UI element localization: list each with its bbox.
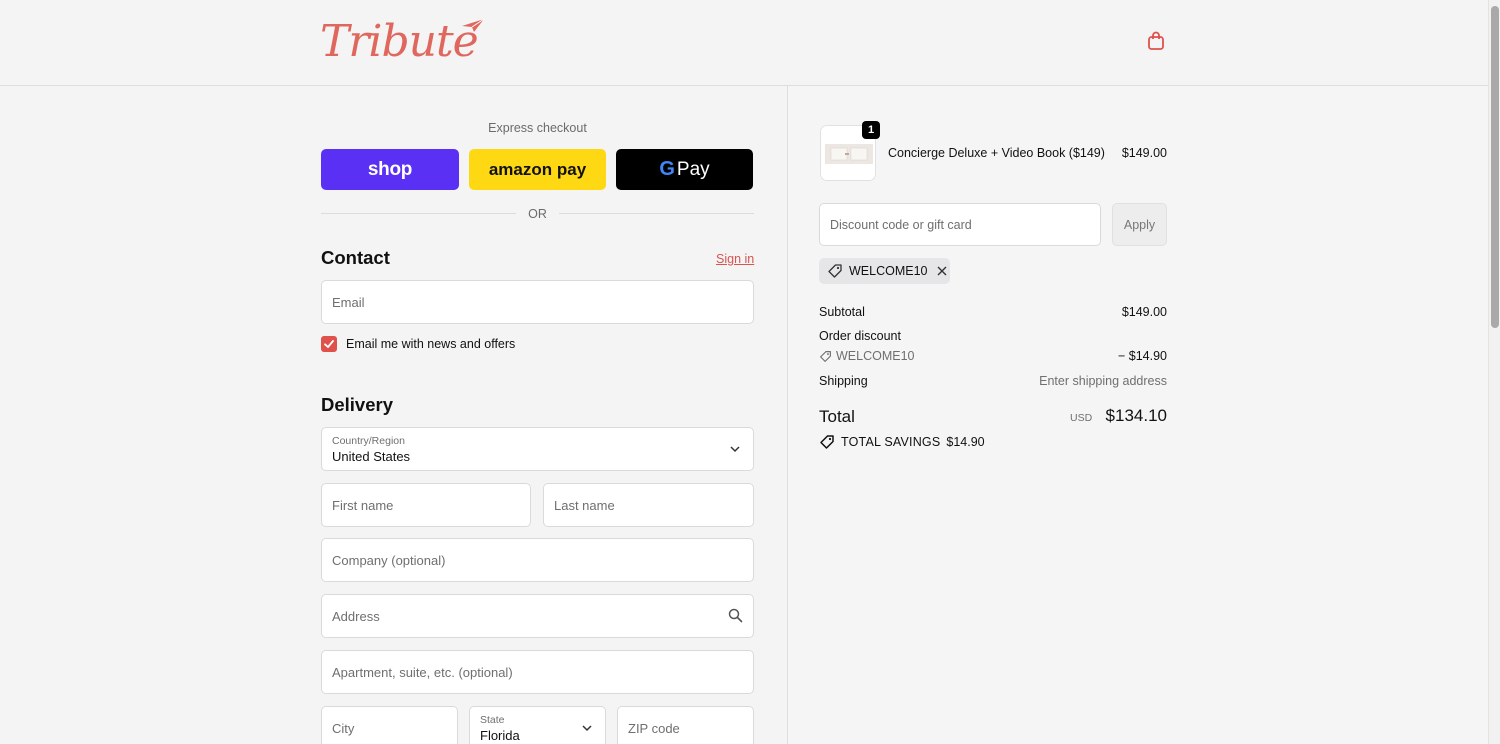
last-name-field[interactable]: Last name — [543, 483, 754, 527]
total-label: Total — [819, 407, 855, 426]
scrollbar-thumb[interactable] — [1491, 6, 1499, 328]
company-field[interactable]: Company (optional) — [321, 538, 754, 582]
shop-pay-button[interactable]: shop — [321, 149, 459, 190]
state-label: State — [480, 714, 505, 726]
or-divider: OR — [321, 207, 754, 221]
country-value: United States — [332, 449, 411, 464]
shopping-bag-icon — [1148, 31, 1164, 50]
country-label: Country/Region — [332, 435, 405, 447]
savings-label: TOTAL SAVINGS — [841, 435, 941, 449]
total-value: $134.10 — [1105, 406, 1167, 425]
city-placeholder: City — [332, 720, 355, 736]
applied-discount-chip: WELCOME10 — [819, 258, 950, 284]
amazon-pay-label: amazon pay — [488, 159, 587, 179]
shop-pay-label: shop — [367, 158, 413, 180]
address-field[interactable]: Address — [321, 594, 754, 638]
state-select[interactable]: State Florida — [469, 706, 606, 744]
discount-code-line: WELCOME10 — [819, 349, 915, 363]
delivery-title: Delivery — [321, 394, 393, 415]
subtotal-value: $149.00 — [1121, 305, 1167, 319]
remove-discount-button[interactable] — [936, 265, 948, 277]
city-field[interactable]: City — [321, 706, 458, 744]
checkmark-icon — [324, 340, 334, 348]
tag-icon — [820, 350, 831, 362]
first-name-field[interactable]: First name — [321, 483, 531, 527]
tag-icon — [820, 435, 834, 449]
quantity-badge: 1 — [862, 121, 880, 139]
chevron-down-icon — [730, 446, 740, 453]
cart-button[interactable] — [1145, 30, 1169, 54]
email-field[interactable]: Email — [321, 280, 754, 324]
first-name-placeholder: First name — [332, 497, 394, 513]
apply-discount-button[interactable]: Apply — [1112, 203, 1167, 246]
logo[interactable]: Tribute — [320, 16, 479, 67]
paper-plane-icon — [462, 18, 485, 32]
last-name-placeholder: Last name — [554, 497, 615, 513]
tag-icon — [828, 264, 842, 278]
google-g-icon: G — [659, 158, 675, 180]
or-line-right — [559, 213, 754, 214]
total-savings: TOTAL SAVINGS $14.90 — [819, 434, 985, 450]
header: Tribute — [0, 0, 1488, 86]
state-value: Florida — [480, 728, 520, 743]
google-pay-button[interactable]: G Pay — [616, 149, 753, 190]
email-placeholder: Email — [332, 294, 365, 310]
discount-value: − $14.90 — [1117, 349, 1167, 363]
total-currency: USD — [1070, 412, 1093, 424]
country-select[interactable]: Country/Region United States — [321, 427, 754, 471]
newsletter-checkbox[interactable] — [321, 336, 337, 352]
express-checkout-title: Express checkout — [488, 121, 587, 135]
apartment-placeholder: Apartment, suite, etc. (optional) — [332, 664, 513, 680]
shipping-value: Enter shipping address — [1039, 374, 1167, 388]
product-price: $149.00 — [1121, 146, 1167, 160]
subtotal-label: Subtotal — [819, 305, 865, 319]
order-discount-label: Order discount — [819, 329, 901, 343]
newsletter-label: Email me with news and offers — [346, 337, 516, 351]
or-label: OR — [528, 207, 547, 221]
shipping-label: Shipping — [819, 374, 868, 388]
savings-value: $14.90 — [946, 435, 985, 449]
close-icon — [937, 266, 946, 276]
discount-placeholder: Discount code or gift card — [830, 217, 972, 232]
company-placeholder: Company (optional) — [332, 552, 446, 568]
amazon-pay-button[interactable]: amazon pay — [469, 149, 606, 190]
sign-in-link[interactable]: Sign in — [716, 252, 754, 266]
applied-code-label: WELCOME10 — [849, 264, 928, 278]
contact-title: Contact — [321, 247, 390, 268]
page-scrollbar[interactable] — [1488, 0, 1500, 744]
discount-code-text: WELCOME10 — [836, 349, 915, 363]
search-icon[interactable] — [728, 608, 743, 623]
zip-placeholder: ZIP code — [628, 720, 680, 736]
google-pay-label: Pay — [676, 158, 710, 180]
zip-field[interactable]: ZIP code — [617, 706, 754, 744]
discount-code-input[interactable]: Discount code or gift card — [819, 203, 1101, 246]
address-placeholder: Address — [332, 608, 380, 624]
apartment-field[interactable]: Apartment, suite, etc. (optional) — [321, 650, 754, 694]
chevron-down-icon — [582, 725, 592, 732]
